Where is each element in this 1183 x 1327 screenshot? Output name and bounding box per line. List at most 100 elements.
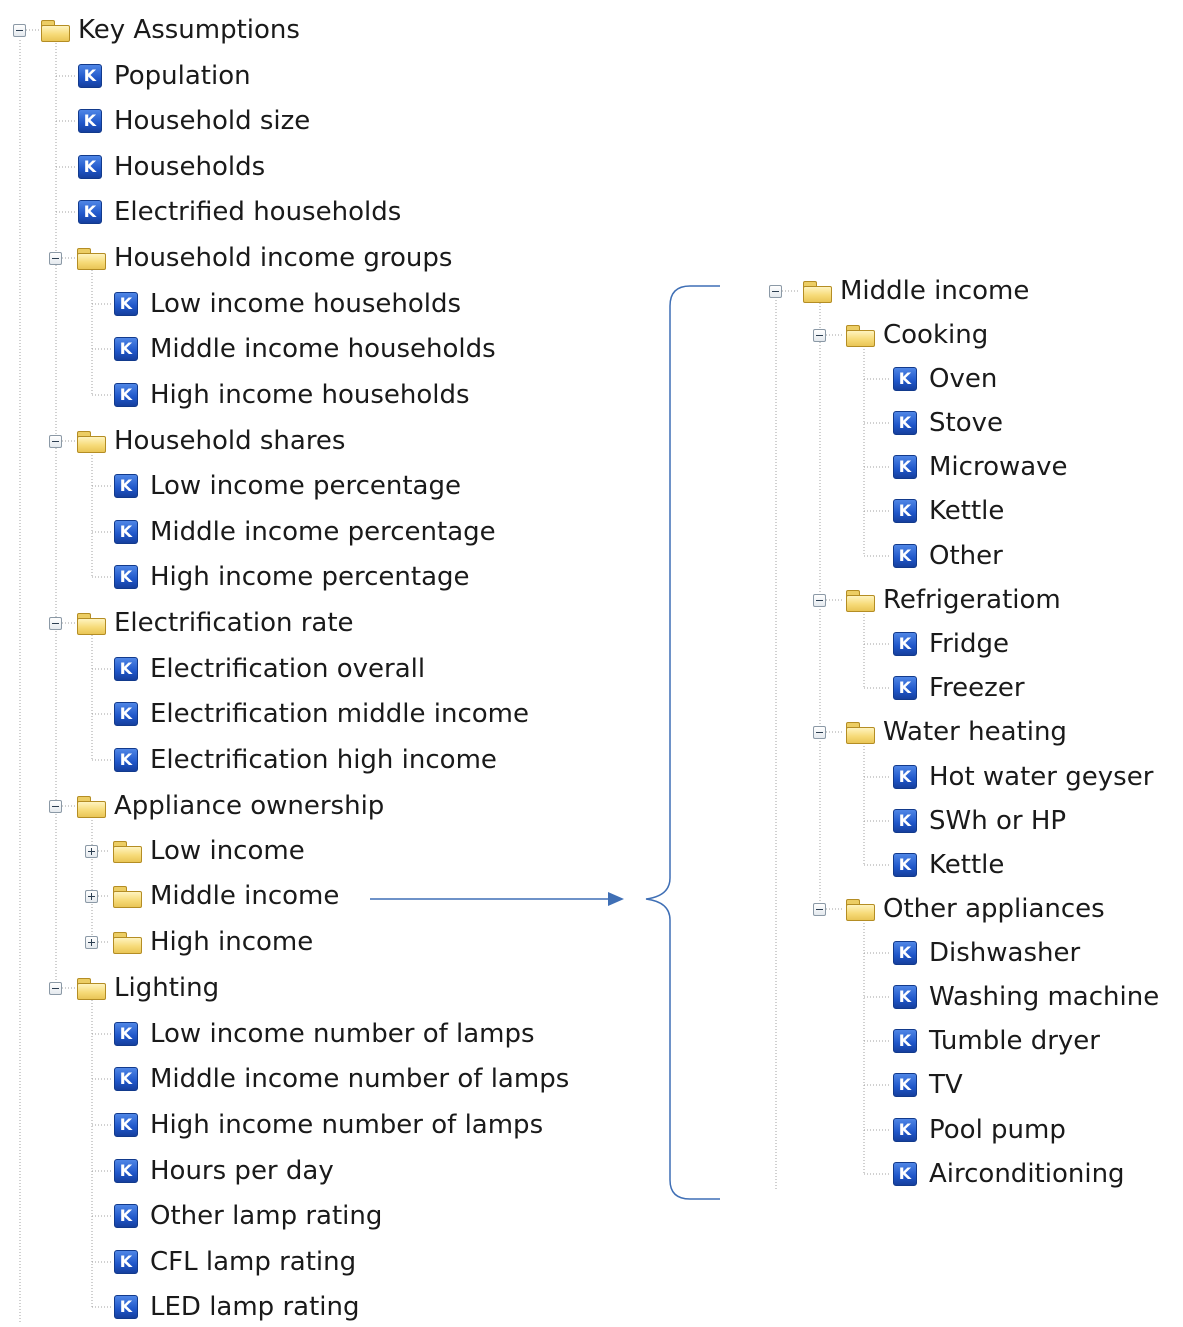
- tree-item-middle-income-households[interactable]: K Middle income households: [114, 329, 496, 369]
- key-assumption-icon: K: [893, 411, 917, 435]
- collapse-toggle-icon[interactable]: [49, 617, 62, 630]
- tree-item-pool-pump[interactable]: K Pool pump: [893, 1110, 1066, 1150]
- tree-folder-appliance-ownership[interactable]: Appliance ownership: [76, 786, 384, 826]
- tree-item-swh-or-hp[interactable]: K SWh or HP: [893, 801, 1066, 841]
- tree-label: Household size: [114, 106, 311, 136]
- tree-item-high-income-percentage[interactable]: K High income percentage: [114, 557, 470, 597]
- tree-item-tv[interactable]: K TV: [893, 1065, 963, 1105]
- tree-folder-low-income[interactable]: Low income: [112, 831, 305, 871]
- tree-item-low-income-percentage[interactable]: K Low income percentage: [114, 466, 461, 506]
- tree-item-electrification-middle-income[interactable]: K Electrification middle income: [114, 694, 529, 734]
- collapse-toggle-icon[interactable]: [49, 982, 62, 995]
- key-assumption-icon: K: [78, 200, 102, 224]
- expand-toggle-icon[interactable]: [85, 936, 98, 949]
- tree-label: Electrification rate: [114, 608, 354, 638]
- tree-label: Other appliances: [883, 894, 1105, 924]
- tree-item-middle-income-number-of-lamps[interactable]: K Middle income number of lamps: [114, 1059, 569, 1099]
- expand-toggle-icon[interactable]: [85, 890, 98, 903]
- collapse-toggle-icon[interactable]: [49, 800, 62, 813]
- tree-item-hot-water-geyser[interactable]: K Hot water geyser: [893, 757, 1153, 797]
- tree-root-middle-income[interactable]: Middle income: [802, 271, 1029, 311]
- tree-item-household-size[interactable]: K Household size: [78, 101, 310, 141]
- key-assumption-icon: K: [893, 499, 917, 523]
- folder-icon: [40, 19, 70, 42]
- tree-label: SWh or HP: [929, 806, 1067, 836]
- tree-item-middle-income-percentage[interactable]: K Middle income percentage: [114, 512, 496, 552]
- tree-label: Middle income households: [150, 334, 496, 364]
- folder-icon: [845, 898, 875, 921]
- tree-item-other-lamp-rating[interactable]: K Other lamp rating: [114, 1196, 382, 1236]
- tree-item-electrification-high-income[interactable]: K Electrification high income: [114, 740, 497, 780]
- tree-item-airconditioning[interactable]: K Airconditioning: [893, 1154, 1125, 1194]
- key-assumption-icon: K: [114, 383, 138, 407]
- folder-icon: [76, 795, 106, 818]
- collapse-toggle-icon[interactable]: [49, 252, 62, 265]
- tree-label: Lighting: [114, 973, 220, 1003]
- connector-arrowhead: [608, 892, 624, 906]
- tree-item-oven[interactable]: K Oven: [893, 359, 997, 399]
- tree-item-tumble-dryer[interactable]: K Tumble dryer: [893, 1021, 1100, 1061]
- expand-toggle-icon[interactable]: [85, 845, 98, 858]
- tree-label: Electrification high income: [150, 745, 497, 775]
- tree-label: High income percentage: [150, 562, 470, 592]
- tree-item-cfl-lamp-rating[interactable]: K CFL lamp rating: [114, 1242, 356, 1282]
- tree-folder-cooking[interactable]: Cooking: [845, 315, 988, 355]
- tree-item-low-income-number-of-lamps[interactable]: K Low income number of lamps: [114, 1014, 535, 1054]
- tree-label: Microwave: [929, 452, 1068, 482]
- tree-item-hours-per-day[interactable]: K Hours per day: [114, 1151, 334, 1191]
- tree-root-key-assumptions[interactable]: Key Assumptions: [40, 10, 300, 50]
- tree-item-fridge[interactable]: K Fridge: [893, 624, 1009, 664]
- tree-item-high-income-number-of-lamps[interactable]: K High income number of lamps: [114, 1105, 543, 1145]
- tree-item-population[interactable]: K Population: [78, 56, 251, 96]
- tree-folder-high-income[interactable]: High income: [112, 922, 313, 962]
- tree-label: Middle income: [150, 881, 340, 911]
- key-assumption-icon: K: [893, 765, 917, 789]
- tree-folder-other-appliances[interactable]: Other appliances: [845, 889, 1105, 929]
- tree-label: Household shares: [114, 426, 346, 456]
- tree-folder-household-income-groups[interactable]: Household income groups: [76, 238, 452, 278]
- tree-label: Hot water geyser: [929, 762, 1154, 792]
- tree-item-households[interactable]: K Households: [78, 147, 265, 187]
- collapse-toggle-icon[interactable]: [813, 903, 826, 916]
- tree-item-led-lamp-rating[interactable]: K LED lamp rating: [114, 1287, 359, 1327]
- collapse-toggle-icon[interactable]: [813, 329, 826, 342]
- tree-label: Hours per day: [150, 1156, 334, 1186]
- tree-item-electrified-households[interactable]: K Electrified households: [78, 192, 401, 232]
- key-assumption-icon: K: [114, 702, 138, 726]
- folder-icon: [845, 589, 875, 612]
- tree-label: Household income groups: [114, 243, 453, 273]
- tree-item-dishwasher[interactable]: K Dishwasher: [893, 933, 1080, 973]
- key-assumption-icon: K: [893, 676, 917, 700]
- key-assumption-icon: K: [893, 455, 917, 479]
- collapse-toggle-icon[interactable]: [769, 285, 782, 298]
- key-assumption-icon: K: [893, 1073, 917, 1097]
- tree-folder-lighting[interactable]: Lighting: [76, 968, 219, 1008]
- collapse-toggle-icon[interactable]: [813, 594, 826, 607]
- tree-folder-water-heating[interactable]: Water heating: [845, 712, 1067, 752]
- tree-folder-refrigeration[interactable]: Refrigeratiom: [845, 580, 1061, 620]
- key-assumption-icon: K: [893, 632, 917, 656]
- tree-item-electrification-overall[interactable]: K Electrification overall: [114, 649, 425, 689]
- key-assumption-icon: K: [78, 155, 102, 179]
- tree-folder-electrification-rate[interactable]: Electrification rate: [76, 603, 354, 643]
- tree-item-kettle-water[interactable]: K Kettle: [893, 845, 1004, 885]
- tree-item-freezer[interactable]: K Freezer: [893, 668, 1025, 708]
- tree-folder-middle-income[interactable]: Middle income: [112, 876, 339, 916]
- collapse-toggle-icon[interactable]: [49, 435, 62, 448]
- key-assumption-icon: K: [114, 748, 138, 772]
- tree-label: Airconditioning: [929, 1159, 1125, 1189]
- key-assumption-icon: K: [114, 1113, 138, 1137]
- tree-item-kettle[interactable]: K Kettle: [893, 491, 1004, 531]
- tree-item-high-income-households[interactable]: K High income households: [114, 375, 470, 415]
- key-assumption-icon: K: [114, 1295, 138, 1319]
- collapse-toggle-icon[interactable]: [813, 726, 826, 739]
- tree-item-low-income-households[interactable]: K Low income households: [114, 284, 461, 324]
- tree-item-other[interactable]: K Other: [893, 536, 1003, 576]
- folder-icon: [76, 247, 106, 270]
- tree-item-washing-machine[interactable]: K Washing machine: [893, 977, 1159, 1017]
- collapse-toggle-icon[interactable]: [13, 24, 26, 37]
- tree-item-microwave[interactable]: K Microwave: [893, 447, 1068, 487]
- tree-item-stove[interactable]: K Stove: [893, 403, 1003, 443]
- tree-folder-household-shares[interactable]: Household shares: [76, 421, 345, 461]
- tree-label: Tumble dryer: [929, 1026, 1100, 1056]
